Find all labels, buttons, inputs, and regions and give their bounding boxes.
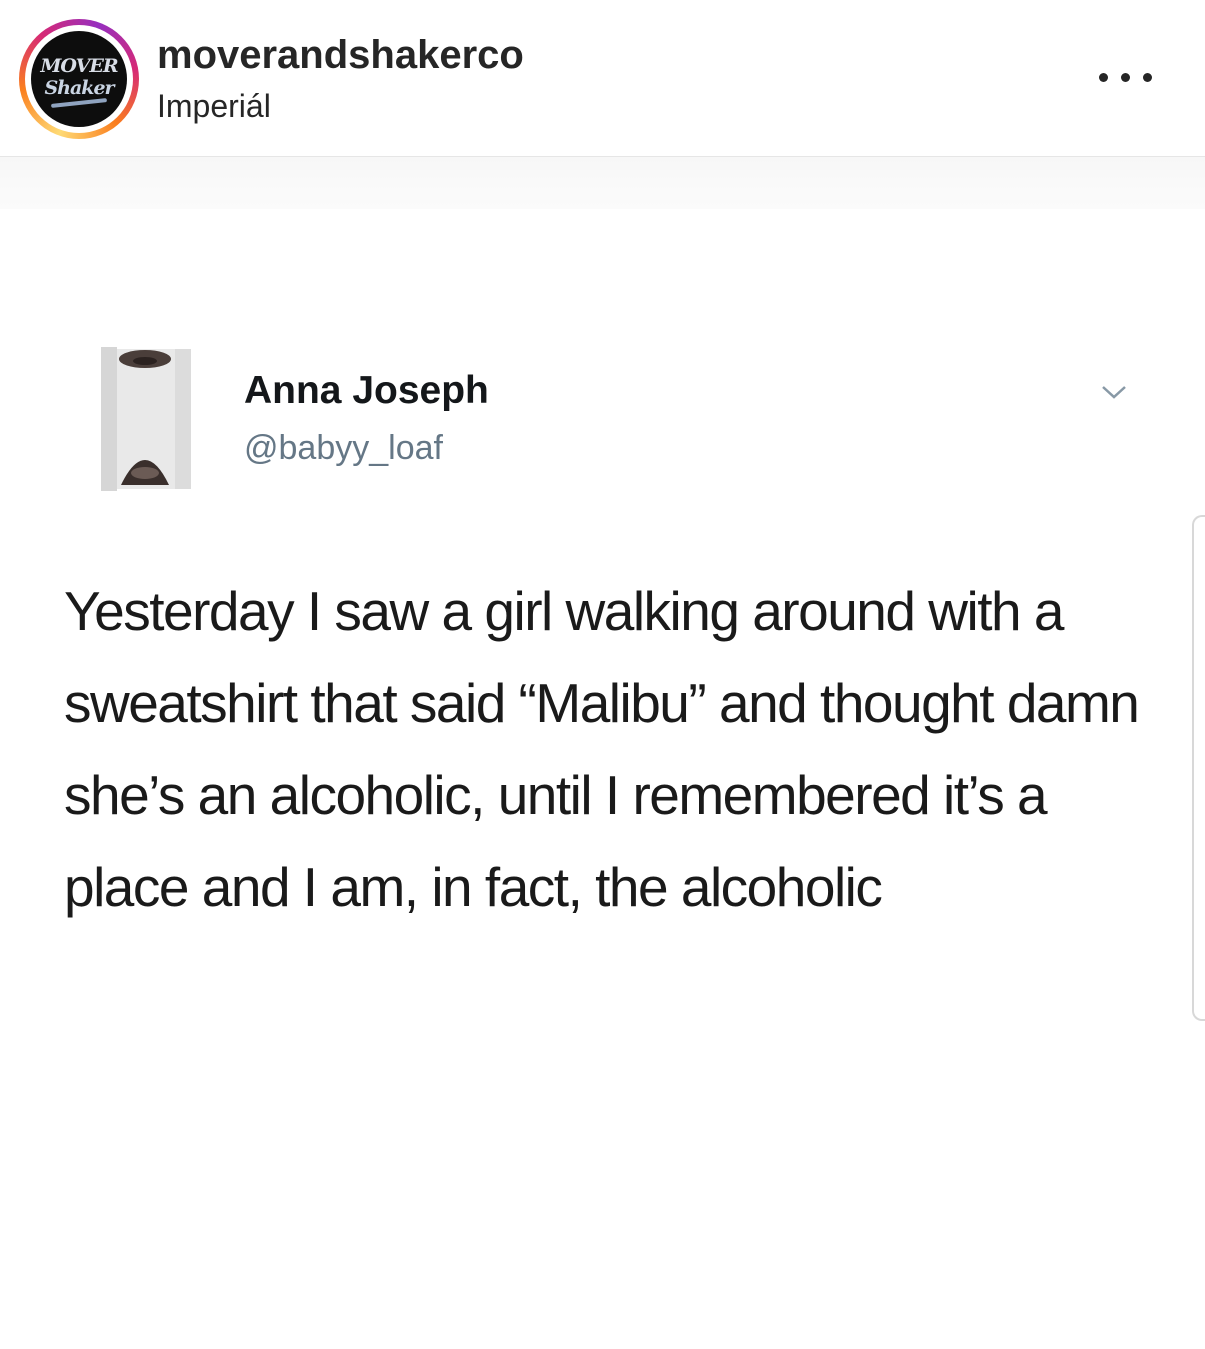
post-location[interactable]: Imperiál bbox=[157, 88, 271, 125]
story-ring[interactable]: MOVER Shaker bbox=[19, 19, 139, 139]
tweet-display-name[interactable]: Anna Joseph bbox=[244, 369, 489, 413]
post-header: MOVER Shaker moverandshakerco Imperiál bbox=[0, 0, 1205, 157]
tweet-text: Yesterday I saw a girl walking around wi… bbox=[64, 580, 1140, 918]
post-username[interactable]: moverandshakerco bbox=[157, 33, 524, 78]
chevron-down-icon[interactable] bbox=[1100, 382, 1128, 402]
tweet-handle[interactable]: @babyy_loaf bbox=[244, 429, 443, 468]
profile-avatar[interactable]: MOVER Shaker bbox=[31, 31, 127, 127]
image-top-band bbox=[0, 157, 1205, 209]
more-options-icon[interactable] bbox=[1085, 62, 1165, 92]
tweet-profile-photo bbox=[101, 347, 191, 491]
logo-line1: MOVER bbox=[40, 55, 118, 77]
scroll-edge bbox=[1192, 515, 1205, 1021]
post-image[interactable]: Anna Joseph @babyy_loaf Yesterday I saw … bbox=[0, 157, 1205, 1349]
logo-swoosh bbox=[50, 98, 108, 108]
logo-line2: Shaker bbox=[44, 77, 114, 99]
